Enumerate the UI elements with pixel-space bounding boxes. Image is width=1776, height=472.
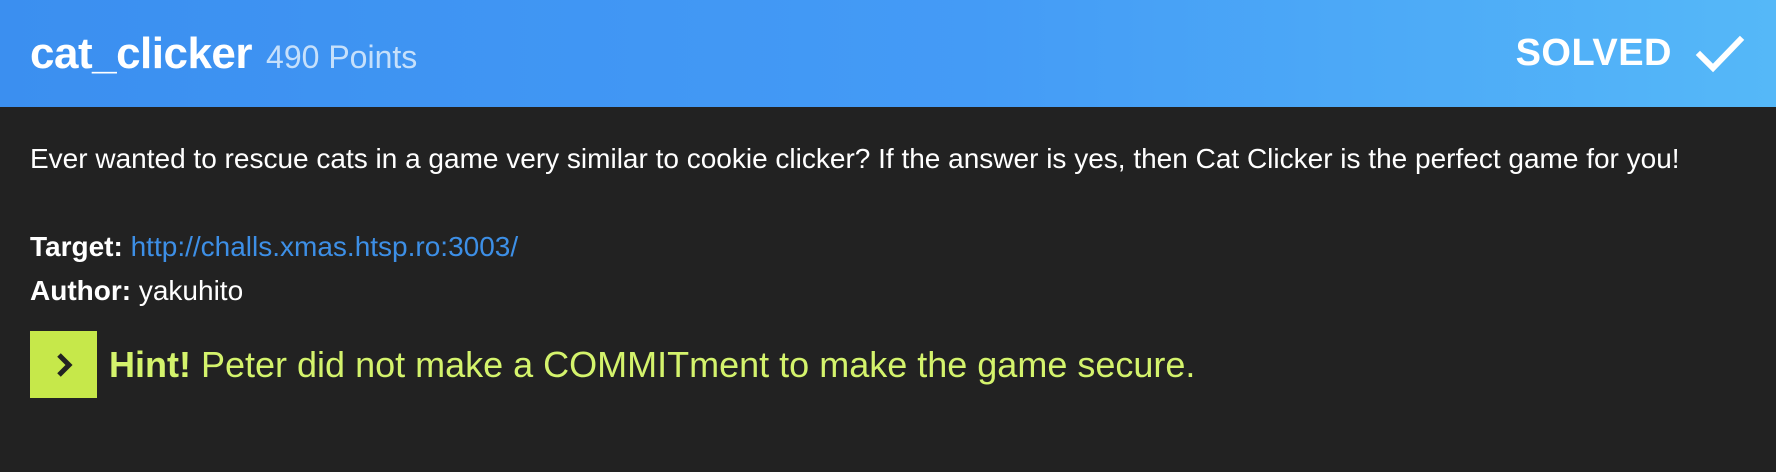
chevron-right-icon — [56, 352, 73, 377]
title-group: cat_clicker 490 Points — [30, 29, 417, 79]
challenge-points: 490 Points — [266, 38, 418, 75]
challenge-description: Ever wanted to rescue cats in a game ver… — [30, 143, 1680, 174]
hint-label: Hint! — [109, 343, 191, 385]
hint-content: Hint! Peter did not make a COMMITment to… — [109, 344, 1195, 386]
solved-label: SOLVED — [1515, 32, 1672, 74]
challenge-body: Ever wanted to rescue cats in a game ver… — [0, 107, 1776, 398]
challenge-title: cat_clicker — [30, 28, 253, 78]
author-label: Author: — [30, 275, 132, 306]
challenge-meta: Target: http://challs.xmas.htsp.ro:3003/… — [30, 225, 1746, 313]
solved-status: SOLVED — [1516, 28, 1746, 80]
author-row: Author: yakuhito — [30, 269, 1746, 313]
target-row: Target: http://challs.xmas.htsp.ro:3003/ — [30, 225, 1746, 269]
challenge-card: cat_clicker 490 Points SOLVED Ever wante… — [0, 0, 1776, 472]
target-link[interactable]: http://challs.xmas.htsp.ro:3003/ — [131, 231, 519, 262]
author-name: yakuhito — [138, 275, 244, 306]
hint-row: Hint! Peter did not make a COMMITment to… — [30, 331, 1746, 398]
target-label: Target: — [30, 231, 123, 262]
hint-toggle-button[interactable] — [30, 331, 97, 398]
hint-text: Peter did not make a COMMITment to make … — [200, 343, 1196, 385]
check-icon — [1694, 28, 1746, 80]
challenge-header[interactable]: cat_clicker 490 Points SOLVED — [0, 0, 1776, 107]
